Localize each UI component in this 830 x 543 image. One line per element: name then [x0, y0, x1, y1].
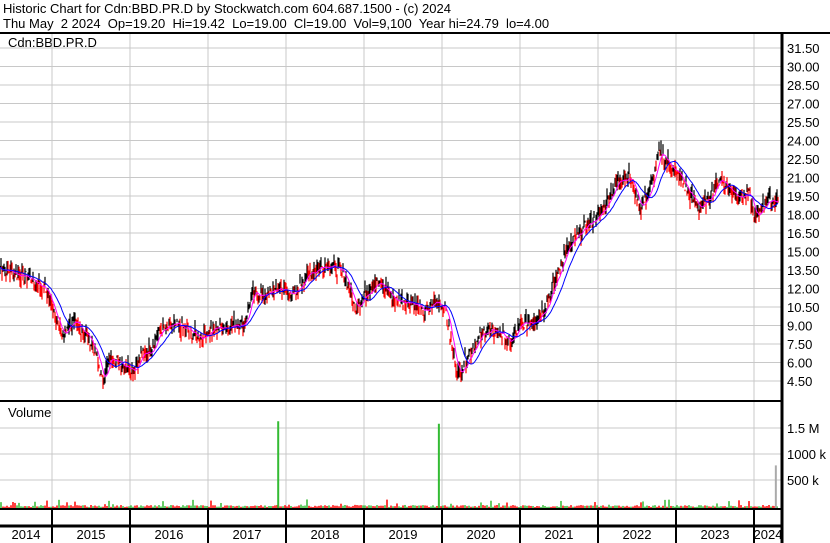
price-tick-label: 25.50 — [787, 115, 820, 130]
moving-average-fast — [0, 153, 779, 377]
volume-tick-label: 500 k — [787, 473, 819, 488]
year-label: 2018 — [311, 527, 340, 542]
price-tick-label: 9.00 — [787, 319, 812, 334]
price-tick-label: 6.00 — [787, 356, 812, 371]
volume-label: Volume — [8, 405, 51, 420]
moving-average-slow — [0, 160, 779, 369]
stock-chart: Historic Chart for Cdn:BBD.PR.D by Stock… — [0, 0, 830, 543]
year-label: 2023 — [701, 527, 730, 542]
price-tick-label: 28.50 — [787, 78, 820, 93]
year-label: 2020 — [467, 527, 496, 542]
price-tick-label: 30.00 — [787, 60, 820, 75]
price-tick-label: 24.00 — [787, 134, 820, 149]
volume-tick-label: 1000 k — [787, 447, 827, 462]
price-tick-label: 10.50 — [787, 300, 820, 315]
price-tick-label: 18.00 — [787, 208, 820, 223]
price-tick-label: 4.50 — [787, 374, 812, 389]
year-label: 2017 — [233, 527, 262, 542]
price-tick-label: 21.00 — [787, 171, 820, 186]
price-tick-label: 22.50 — [787, 152, 820, 167]
year-label: 2022 — [623, 527, 652, 542]
price-tick-label: 7.50 — [787, 337, 812, 352]
chart-canvas: Cdn:BBD.PR.D Volume 31.5030.0028.5027.00… — [0, 32, 830, 543]
year-label: 2024 — [754, 527, 783, 542]
year-label: 2015 — [77, 527, 106, 542]
price-tick-label: 27.00 — [787, 97, 820, 112]
price-tick-label: 16.50 — [787, 226, 820, 241]
price-tick-label: 19.50 — [787, 189, 820, 204]
year-label: 2019 — [389, 527, 418, 542]
price-tick-label: 15.00 — [787, 245, 820, 260]
volume-tick-label: 1.5 M — [787, 421, 820, 436]
year-label: 2021 — [545, 527, 574, 542]
price-tick-label: 31.50 — [787, 41, 820, 56]
year-label: 2014 — [12, 527, 41, 542]
price-tick-label: 12.00 — [787, 282, 820, 297]
year-label: 2016 — [155, 527, 184, 542]
price-tick-label: 13.50 — [787, 263, 820, 278]
